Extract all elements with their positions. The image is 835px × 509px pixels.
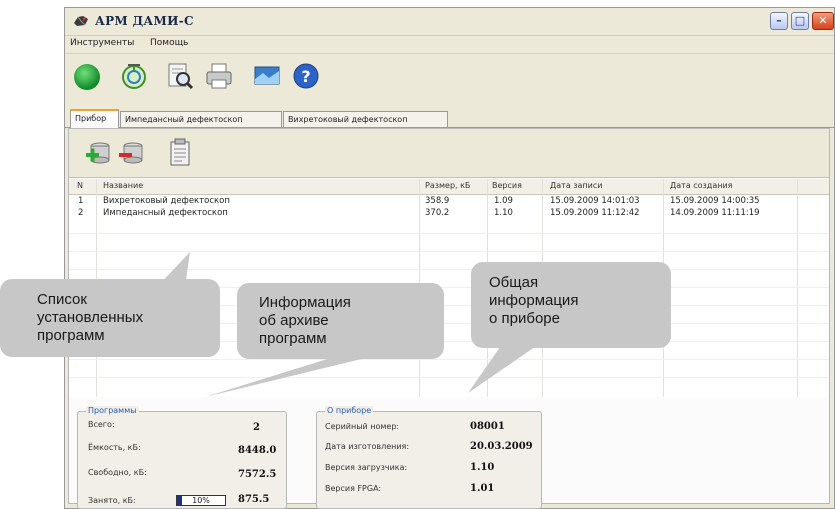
loader-version-value: 1.10: [470, 462, 495, 473]
grid-line: [69, 251, 829, 252]
column-header-write-date[interactable]: Дата записи: [550, 181, 602, 190]
callout-archive-info: Информация об архиве программ: [237, 283, 444, 359]
column-header-version[interactable]: Версия: [492, 181, 522, 190]
cell-version: 1.10: [494, 208, 513, 218]
monitor-icon[interactable]: [251, 61, 283, 91]
total-label: Всего:: [88, 420, 115, 429]
free-label: Свободно, кБ:: [88, 468, 147, 477]
column-header-created-date[interactable]: Дата создания: [670, 181, 732, 190]
device-info-group: О приборе Серийный номер: 08001 Дата изг…: [316, 406, 542, 509]
help-icon[interactable]: ?: [290, 61, 322, 91]
tab-device-label: Прибор: [75, 114, 107, 123]
device-info-group-title: О приборе: [325, 406, 374, 415]
close-button[interactable]: ✕: [812, 12, 834, 30]
grid-line: [69, 233, 829, 234]
menu-tools[interactable]: Инструменты: [70, 38, 134, 48]
tab-eddy-label: Вихретоковый дефектоскоп: [288, 115, 408, 124]
cell-name: Импедансный дефектоскоп: [103, 208, 228, 218]
table-row[interactable]: 2 Импедансный дефектоскоп 370.2 1.10 15.…: [69, 208, 829, 220]
sync-icon[interactable]: [119, 61, 151, 91]
cell-size: 370.2: [425, 208, 450, 218]
column-header-n[interactable]: N: [77, 181, 83, 190]
fpga-version-label: Версия FPGA:: [325, 484, 382, 493]
grid-line: [69, 377, 829, 378]
callout-device-info-text: Общая информация о приборе: [489, 274, 579, 327]
minimize-button[interactable]: –: [770, 12, 788, 30]
tab-impedance-detector[interactable]: Импедансный дефектоскоп: [120, 111, 282, 127]
tab-bar: Прибор Импедансный дефектоскоп Вихретоко…: [65, 109, 834, 128]
cell-n: 2: [78, 208, 84, 218]
app-window: АРМ ДАМИ-С – □ ✕ Инструменты Помощь ? Пр…: [64, 7, 835, 509]
window-title: АРМ ДАМИ-С: [95, 14, 194, 28]
total-value: 2: [253, 422, 260, 433]
grid-line: [69, 269, 829, 270]
programs-toolbar: [69, 129, 829, 178]
column-header-name[interactable]: Название: [103, 181, 143, 190]
cell-size: 358.9: [425, 196, 450, 206]
used-label: Занято, кБ:: [88, 496, 136, 505]
column-header-size[interactable]: Размер, кБ: [425, 181, 470, 190]
grid-line: [69, 359, 829, 360]
print-icon[interactable]: [203, 61, 235, 91]
minimize-icon: –: [776, 14, 782, 27]
cell-write-date: 15.09.2009 14:01:03: [550, 196, 640, 206]
capacity-value: 8448.0: [238, 445, 277, 456]
tab-impedance-label: Импедансный дефектоскоп: [125, 115, 243, 124]
maximize-icon: □: [794, 14, 806, 27]
cell-created-date: 15.09.2009 14:00:35: [670, 196, 760, 206]
table-header: N Название Размер, кБ Версия Дата записи…: [69, 179, 829, 195]
cell-write-date: 15.09.2009 11:12:42: [550, 208, 640, 218]
maximize-button[interactable]: □: [791, 12, 809, 30]
free-value: 7572.5: [238, 469, 277, 480]
tab-eddy-current-detector[interactable]: Вихретоковый дефектоскоп: [283, 111, 448, 127]
manufacture-date-label: Дата изготовления:: [325, 442, 410, 451]
manufacture-date-value: 20.03.2009: [470, 441, 533, 452]
serial-label: Серийный номер:: [325, 422, 400, 431]
menu-bar: Инструменты Помощь: [65, 35, 834, 54]
callout-archive-info-text: Информация об архиве программ: [259, 294, 351, 347]
used-progress-text: 10%: [192, 496, 210, 505]
remove-program-icon[interactable]: [118, 138, 146, 168]
cell-created-date: 14.09.2009 11:11:19: [670, 208, 760, 218]
cell-version: 1.09: [494, 196, 513, 206]
callout-device-info: Общая информация о приборе: [471, 262, 671, 348]
callout-programs-list: Список установленных программ: [0, 279, 220, 357]
svg-text:?: ?: [301, 67, 310, 86]
close-icon: ✕: [818, 14, 828, 27]
table-row[interactable]: 1 Вихретоковый дефектоскоп 358.9 1.09 15…: [69, 196, 829, 208]
menu-help[interactable]: Помощь: [150, 38, 188, 48]
cell-name: Вихретоковый дефектоскоп: [103, 196, 230, 206]
archive-info-icon[interactable]: [166, 138, 194, 168]
callout-programs-list-text: Список установленных программ: [37, 291, 144, 344]
app-logo-icon: [73, 14, 89, 28]
programs-group: Программы Всего: 2 Ёмкость, кБ: 8448.0 С…: [77, 406, 287, 509]
loader-version-label: Версия загрузчика:: [325, 463, 408, 472]
capacity-label: Ёмкость, кБ:: [88, 443, 141, 452]
serial-value: 08001: [470, 421, 505, 432]
connect-icon[interactable]: [72, 61, 104, 91]
title-bar[interactable]: АРМ ДАМИ-С – □ ✕: [65, 8, 834, 36]
add-program-icon[interactable]: [85, 138, 113, 168]
cell-n: 1: [78, 196, 84, 206]
main-toolbar: ?: [65, 54, 834, 100]
used-value: 875.5: [238, 494, 270, 505]
document-search-icon[interactable]: [164, 61, 196, 91]
tab-device[interactable]: Прибор: [70, 109, 119, 128]
used-progress-bar: 10%: [176, 495, 226, 506]
fpga-version-value: 1.01: [470, 483, 495, 494]
programs-group-title: Программы: [86, 406, 139, 415]
